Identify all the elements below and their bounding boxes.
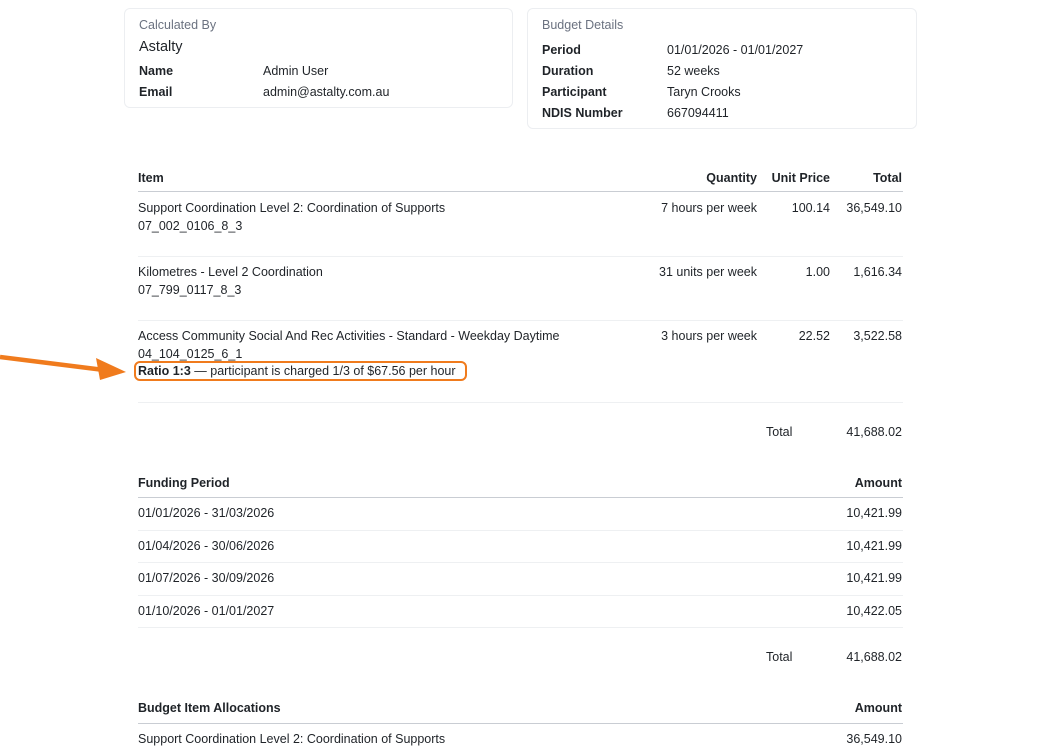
email-label: Email: [139, 85, 173, 99]
period-label: Period: [542, 43, 581, 57]
row-divider: [138, 256, 903, 257]
items-total-label: Total: [766, 425, 793, 439]
items-header-total: Total: [873, 171, 902, 185]
period-field: Period 01/01/2026 - 01/01/2027: [542, 43, 803, 58]
calculated-by-card: Calculated By Astalty Name Admin User Em…: [124, 8, 513, 108]
items-header-unit-price: Unit Price: [771, 171, 830, 185]
item-quantity: 31 units per week: [659, 265, 757, 279]
name-value: Admin User: [263, 64, 329, 78]
funding-period: 01/07/2026 - 30/09/2026: [138, 571, 275, 585]
name-label: Name: [139, 64, 174, 78]
row-divider: [138, 627, 903, 628]
item-name: Kilometres - Level 2 Coordination: [138, 265, 323, 279]
items-header-divider: [138, 191, 903, 192]
annotation-arrow-icon: [0, 354, 126, 380]
row-divider: [138, 530, 903, 531]
row-divider: [138, 562, 903, 563]
item-unit-price: 22.52: [798, 329, 830, 343]
funding-header-divider: [138, 497, 903, 498]
item-quantity: 7 hours per week: [661, 201, 757, 215]
calculated-by-title: Calculated By: [139, 18, 217, 32]
item-code: 04_104_0125_6_1: [138, 347, 243, 361]
items-header-item: Item: [138, 171, 164, 185]
budget-details-title: Budget Details: [542, 18, 624, 32]
participant-field: Participant Taryn Crooks: [542, 85, 741, 100]
ndis-number-value: 667094411: [667, 106, 729, 120]
allocations-header-amount: Amount: [854, 701, 902, 715]
funding-total-value: 41,688.02: [846, 650, 902, 664]
allocations-header-divider: [138, 723, 903, 724]
duration-value: 52 weeks: [667, 64, 720, 78]
funding-amount: 10,421.99: [846, 539, 902, 553]
item-name: Access Community Social And Rec Activiti…: [138, 329, 560, 343]
item-code: 07_799_0117_8_3: [138, 283, 242, 297]
item-total: 36,549.10: [846, 201, 902, 215]
name-field: Name Admin User: [139, 64, 328, 79]
budget-details-card: Budget Details Period 01/01/2026 - 01/01…: [527, 8, 917, 129]
duration-field: Duration 52 weeks: [542, 64, 720, 79]
items-total-value: 41,688.02: [846, 425, 902, 439]
funding-period: 01/04/2026 - 30/06/2026: [138, 539, 275, 553]
allocation-amount: 36,549.10: [846, 732, 902, 746]
item-name: Support Coordination Level 2: Coordinati…: [138, 201, 446, 215]
item-code: 07_002_0106_8_3: [138, 219, 243, 233]
allocation-item: Support Coordination Level 2: Coordinati…: [138, 732, 446, 746]
email-value: admin@astalty.com.au: [263, 85, 390, 99]
email-field: Email admin@astalty.com.au: [139, 85, 389, 100]
funding-amount: 10,421.99: [846, 571, 902, 585]
row-divider: [138, 320, 903, 321]
allocations-header-item: Budget Item Allocations: [138, 701, 281, 715]
funding-total-label: Total: [766, 650, 793, 664]
company-name: Astalty: [139, 39, 183, 55]
funding-header-amount: Amount: [854, 476, 902, 490]
ratio-highlight-box: [134, 361, 467, 381]
item-total: 3,522.58: [853, 329, 902, 343]
item-unit-price: 1.00: [805, 265, 830, 279]
duration-label: Duration: [542, 64, 594, 78]
period-value: 01/01/2026 - 01/01/2027: [667, 43, 804, 57]
funding-amount: 10,422.05: [846, 604, 902, 618]
item-unit-price: 100.14: [791, 201, 830, 215]
funding-period: 01/10/2026 - 01/01/2027: [138, 604, 275, 618]
funding-header-period: Funding Period: [138, 476, 230, 490]
participant-label: Participant: [542, 85, 607, 99]
ndis-number-field: NDIS Number 667094411: [542, 106, 729, 121]
participant-value: Taryn Crooks: [667, 85, 741, 99]
item-total: 1,616.34: [853, 265, 902, 279]
funding-amount: 10,421.99: [846, 506, 902, 520]
item-quantity: 3 hours per week: [661, 329, 757, 343]
row-divider: [138, 402, 903, 403]
items-header-quantity: Quantity: [706, 171, 757, 185]
ndis-number-label: NDIS Number: [542, 106, 623, 120]
funding-period: 01/01/2026 - 31/03/2026: [138, 506, 275, 520]
row-divider: [138, 595, 903, 596]
